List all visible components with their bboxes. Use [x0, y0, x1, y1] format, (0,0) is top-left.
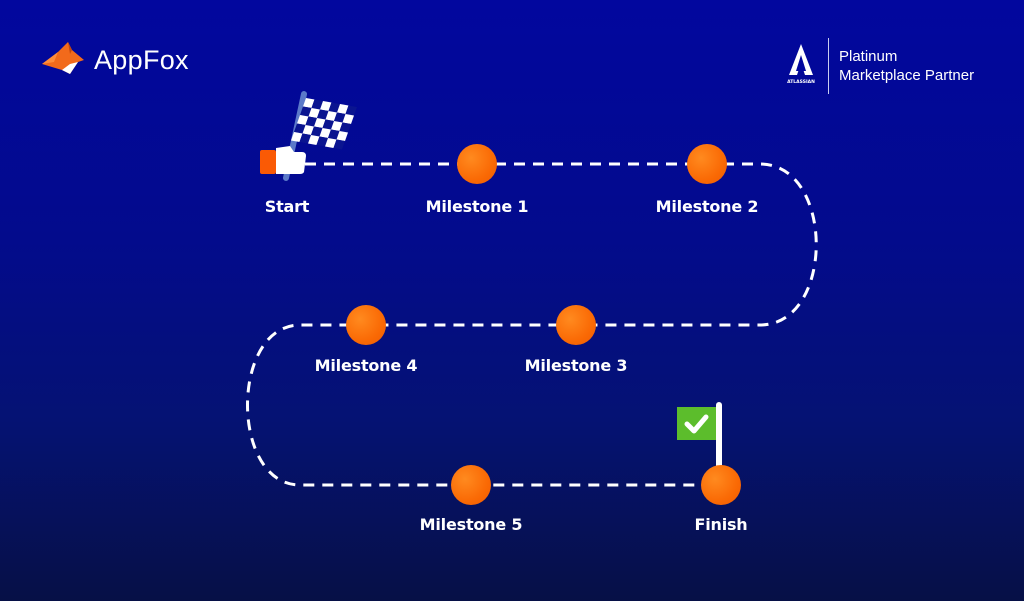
milestone-2-marker — [687, 144, 727, 184]
appfox-brand: AppFox — [40, 40, 189, 80]
brand-name: AppFox — [94, 44, 189, 75]
milestone-5-marker — [451, 465, 491, 505]
milestone-4-marker — [346, 305, 386, 345]
finish-marker — [701, 465, 741, 505]
milestone-5-label: Milestone 5 — [419, 515, 523, 534]
roadmap-graphic: AppFox ATLASSIAN Platinum Marketplace Pa… — [0, 0, 1024, 601]
milestone-1-marker — [457, 144, 497, 184]
milestone-4-label: Milestone 4 — [314, 356, 418, 375]
check-flag-icon — [675, 400, 725, 474]
milestone-2-label: Milestone 2 — [655, 197, 759, 216]
milestone-3-marker — [556, 305, 596, 345]
checkered-flag-icon — [256, 90, 366, 186]
milestone-3-label: Milestone 3 — [524, 356, 628, 375]
fox-icon — [40, 40, 86, 80]
atlassian-icon: ATLASSIAN — [786, 41, 816, 91]
partner-line1: Platinum — [839, 48, 898, 65]
partner-text: Platinum Marketplace Partner — [839, 47, 974, 85]
partner-badge: ATLASSIAN Platinum Marketplace Partner — [786, 38, 974, 94]
partner-line2: Marketplace Partner — [839, 67, 975, 84]
atlassian-caption: ATLASSIAN — [787, 79, 815, 85]
milestone-1-label: Milestone 1 — [425, 197, 529, 216]
start-label: Start — [264, 197, 310, 216]
finish-label: Finish — [694, 515, 748, 534]
partner-divider — [828, 38, 829, 94]
